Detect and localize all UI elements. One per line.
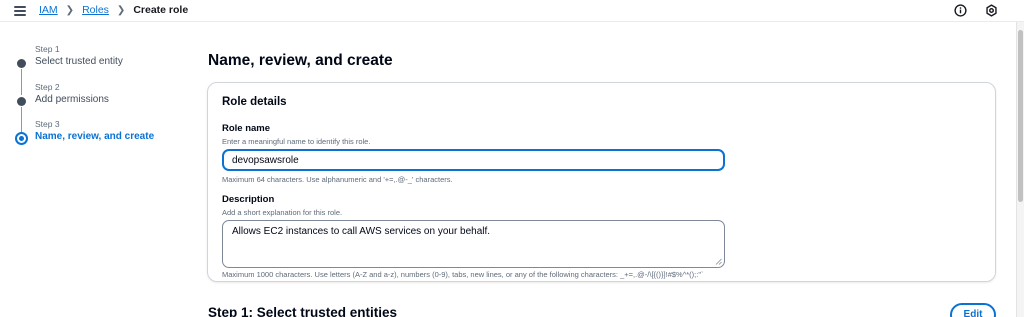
step-completed-dot-icon <box>17 59 26 68</box>
step-label[interactable]: Select trusted entity <box>35 55 185 69</box>
description-constraint: Maximum 1000 characters. Use letters (A-… <box>222 270 704 279</box>
wizard-steps: Step 1 Select trusted entity Step 2 Add … <box>15 44 185 157</box>
breadcrumb-iam-link[interactable]: IAM <box>39 4 58 16</box>
resize-handle-icon[interactable] <box>715 258 722 265</box>
breadcrumb: IAM ❯ Roles ❯ Create role <box>39 4 188 16</box>
step-active-dot-icon <box>15 132 28 145</box>
step-completed-dot-icon <box>17 96 26 106</box>
step-label[interactable]: Name, review, and create <box>35 130 185 144</box>
settings-gear-icon[interactable] <box>985 4 998 17</box>
wizard-step-3[interactable]: Step 3 Name, review, and create <box>15 119 185 157</box>
role-name-input[interactable] <box>222 149 725 171</box>
role-name-label: Role name <box>222 123 271 134</box>
step-number: Step 3 <box>35 119 60 129</box>
role-name-constraint: Maximum 64 characters. Use alphanumeric … <box>222 175 453 184</box>
chevron-right-icon: ❯ <box>116 4 126 16</box>
step1-section-heading: Step 1: Select trusted entities <box>208 305 398 317</box>
description-textarea[interactable]: Allows EC2 instances to call AWS service… <box>222 220 725 268</box>
role-details-heading: Role details <box>222 96 287 108</box>
description-hint: Add a short explanation for this role. <box>222 208 343 217</box>
breadcrumb-roles-link[interactable]: Roles <box>82 4 109 16</box>
role-name-description: Enter a meaningful name to identify this… <box>222 137 371 146</box>
page-title: Name, review, and create <box>208 52 393 69</box>
step-number: Step 1 <box>35 44 60 54</box>
wizard-step-2[interactable]: Step 2 Add permissions <box>15 81 185 133</box>
chevron-right-icon: ❯ <box>65 4 75 16</box>
info-circle-icon[interactable] <box>954 4 967 17</box>
role-details-panel: Role details Role name Enter a meaningfu… <box>207 82 996 282</box>
scrollbar-thumb[interactable] <box>1018 30 1023 202</box>
page-scrollbar[interactable] <box>1016 22 1024 317</box>
description-label: Description <box>222 194 275 205</box>
wizard-step-1[interactable]: Step 1 Select trusted entity <box>15 44 185 95</box>
step-number: Step 2 <box>35 81 60 92</box>
step-label[interactable]: Add permissions <box>35 93 185 107</box>
breadcrumb-current: Create role <box>133 4 189 16</box>
hamburger-menu-icon[interactable] <box>14 6 26 16</box>
edit-button[interactable]: Edit <box>950 303 996 317</box>
top-navigation-bar: IAM ❯ Roles ❯ Create role <box>0 0 1024 22</box>
